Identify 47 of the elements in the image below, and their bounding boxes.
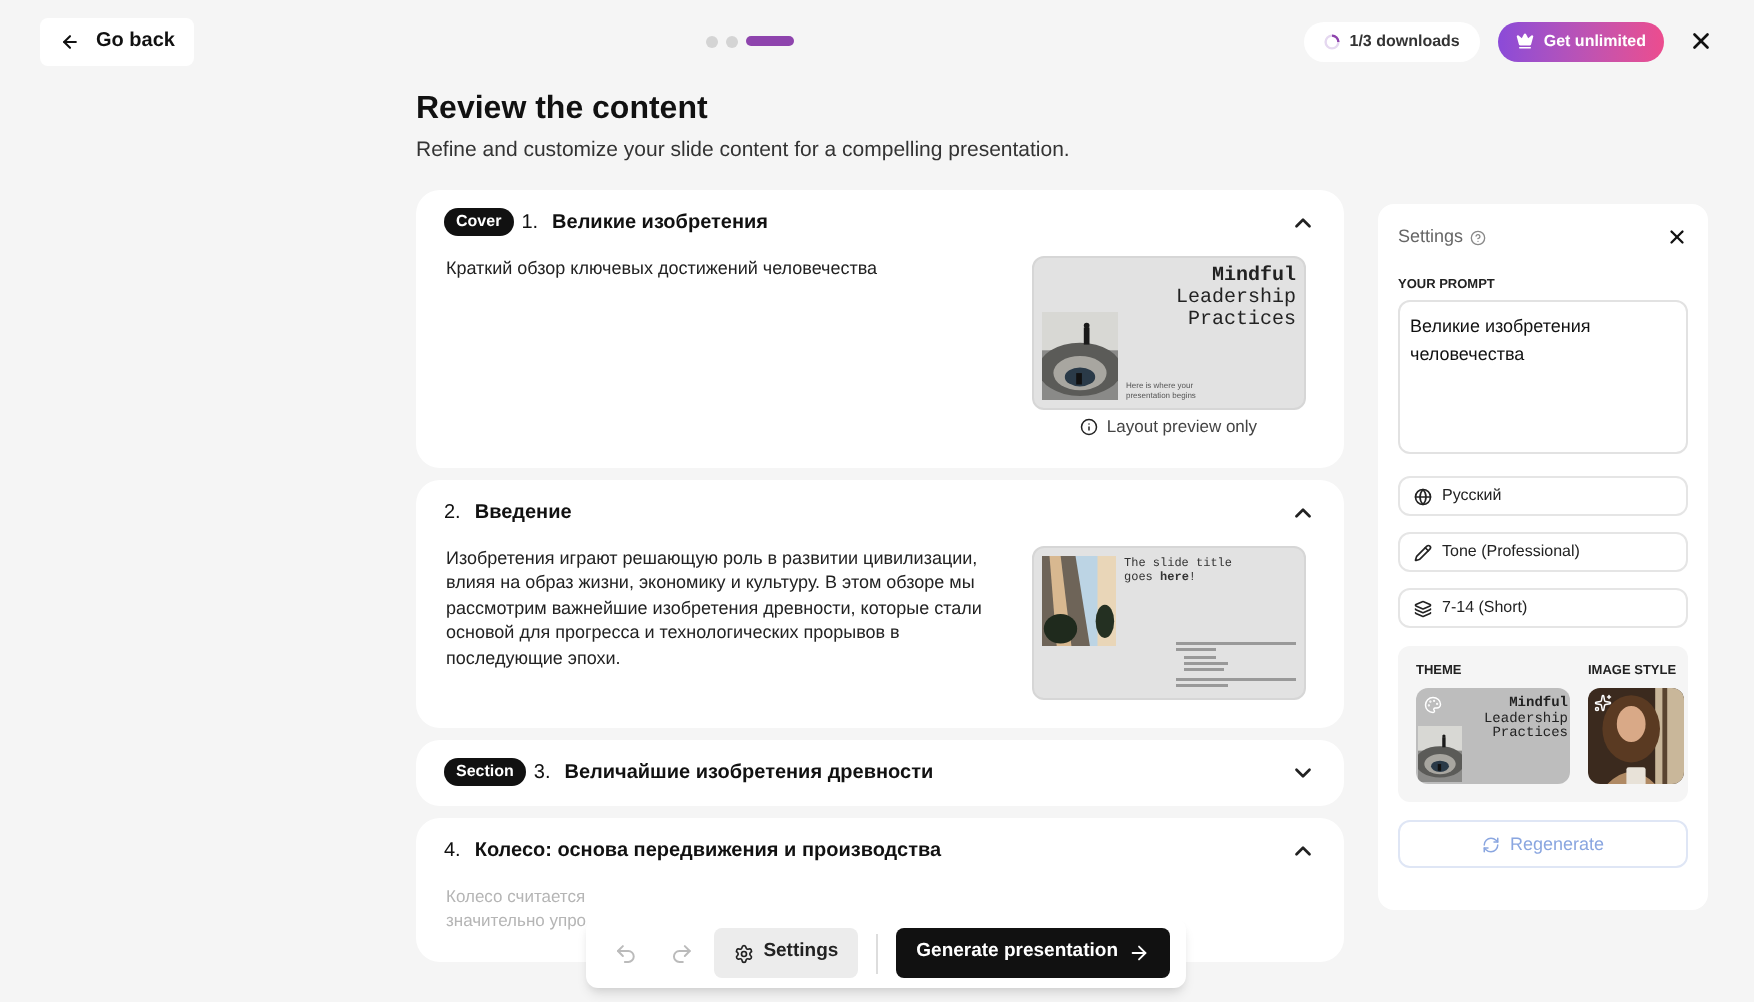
slide-text: значительно упро — [446, 908, 589, 933]
arrow-right-icon — [1128, 942, 1150, 964]
arrow-left-icon — [60, 31, 80, 51]
slide-text: Краткий обзор ключевых достижений человечества — [446, 255, 880, 281]
slide-title: Великие изобретения — [552, 209, 770, 238]
slide-heading: Mindful — [1211, 265, 1296, 288]
slide-number: 1. — [521, 209, 539, 238]
slide-type-badge: Cover — [444, 208, 514, 237]
upgrade-button[interactable]: Get unlimited — [1497, 21, 1664, 61]
slide-title: Величайшие изобретения древности — [564, 759, 936, 787]
preview-note: Layout preview only — [1106, 413, 1258, 439]
panel-title: Settings — [1398, 224, 1464, 250]
sparkle-icon — [1594, 694, 1612, 712]
option-dropdown[interactable]: 7-14 (Short) — [1398, 588, 1688, 629]
progress-ring-icon — [1323, 33, 1340, 49]
palette-icon — [1424, 696, 1442, 714]
slide-number: 2. — [444, 499, 461, 527]
slide-number: 3. — [533, 759, 551, 787]
downloads-counter: 1/3 downloads — [1303, 21, 1480, 61]
settings-button[interactable]: Settings — [713, 928, 859, 978]
slide-number: 4. — [444, 837, 461, 865]
slide-title: Введение — [474, 499, 574, 527]
slide-heading: Leadership — [1175, 287, 1296, 310]
slide-text: Изобретения играют решающую роль в развитии цивилизации, влияя на образ жизни, экономику и культуру. В этом обзоре мы рассмотрим важнейшие изобретения древности, которые стали основой для прогресса и технологических прорывов в последующие эпохи. — [446, 545, 984, 670]
close-button[interactable] — [1688, 28, 1714, 54]
generate-button[interactable]: Generate presentation — [896, 928, 1170, 978]
slide-title: Колесо: основа передвижения и производства — [474, 837, 944, 865]
option-dropdown[interactable]: Tone (Professional) — [1398, 532, 1688, 573]
back-button[interactable]: Go back — [40, 17, 195, 65]
text-lines-drawing — [1176, 641, 1296, 689]
page-subtitle: Refine and customize your slide content for a compelling presentation. — [416, 136, 1072, 166]
layers-icon — [1414, 599, 1432, 618]
image-style-thumbnail[interactable] — [1588, 688, 1684, 784]
settings-icon — [733, 943, 754, 963]
option-dropdown[interactable]: Русский — [1398, 476, 1688, 517]
globe-icon — [1414, 487, 1432, 506]
pencil-icon — [1414, 543, 1432, 562]
slide-type-badge: Section — [444, 758, 526, 786]
refresh-icon — [1481, 835, 1500, 854]
close-button[interactable] — [1666, 226, 1688, 249]
page-title: Review the content — [416, 90, 710, 130]
info-icon — [1080, 417, 1099, 436]
help-icon — [1469, 229, 1486, 246]
crown-icon — [1515, 32, 1534, 50]
slide-text: Колесо считается — [446, 883, 588, 908]
prompt-field[interactable]: Великие изобретения человечества — [1398, 300, 1688, 455]
slide-heading: Practices — [1187, 309, 1296, 332]
